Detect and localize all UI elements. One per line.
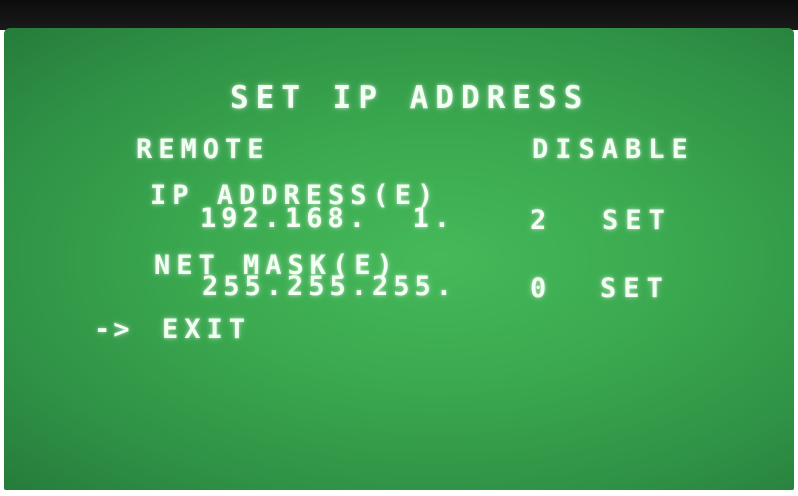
net-mask-last-octet[interactable]: 0	[530, 273, 552, 304]
monitor-bezel: SET IP ADDRESS REMOTE DISABLE IP ADDRESS…	[0, 0, 798, 496]
remote-value[interactable]: DISABLE	[532, 134, 695, 165]
net-mask-value[interactable]: 255.255.255.	[202, 271, 457, 302]
monitor-top-edge	[0, 0, 798, 30]
page-title: SET IP ADDRESS	[230, 80, 590, 116]
crt-screen: SET IP ADDRESS REMOTE DISABLE IP ADDRESS…	[4, 28, 794, 490]
ip-address-last-octet[interactable]: 2	[530, 205, 552, 236]
exit-menu-item[interactable]: EXIT	[162, 314, 251, 345]
selection-cursor-icon: ->	[94, 314, 133, 345]
remote-label: REMOTE	[136, 134, 270, 165]
ip-address-set-button[interactable]: SET	[602, 205, 672, 236]
ip-address-value[interactable]: 192.168. 1.	[200, 203, 455, 234]
net-mask-set-button[interactable]: SET	[600, 273, 670, 304]
